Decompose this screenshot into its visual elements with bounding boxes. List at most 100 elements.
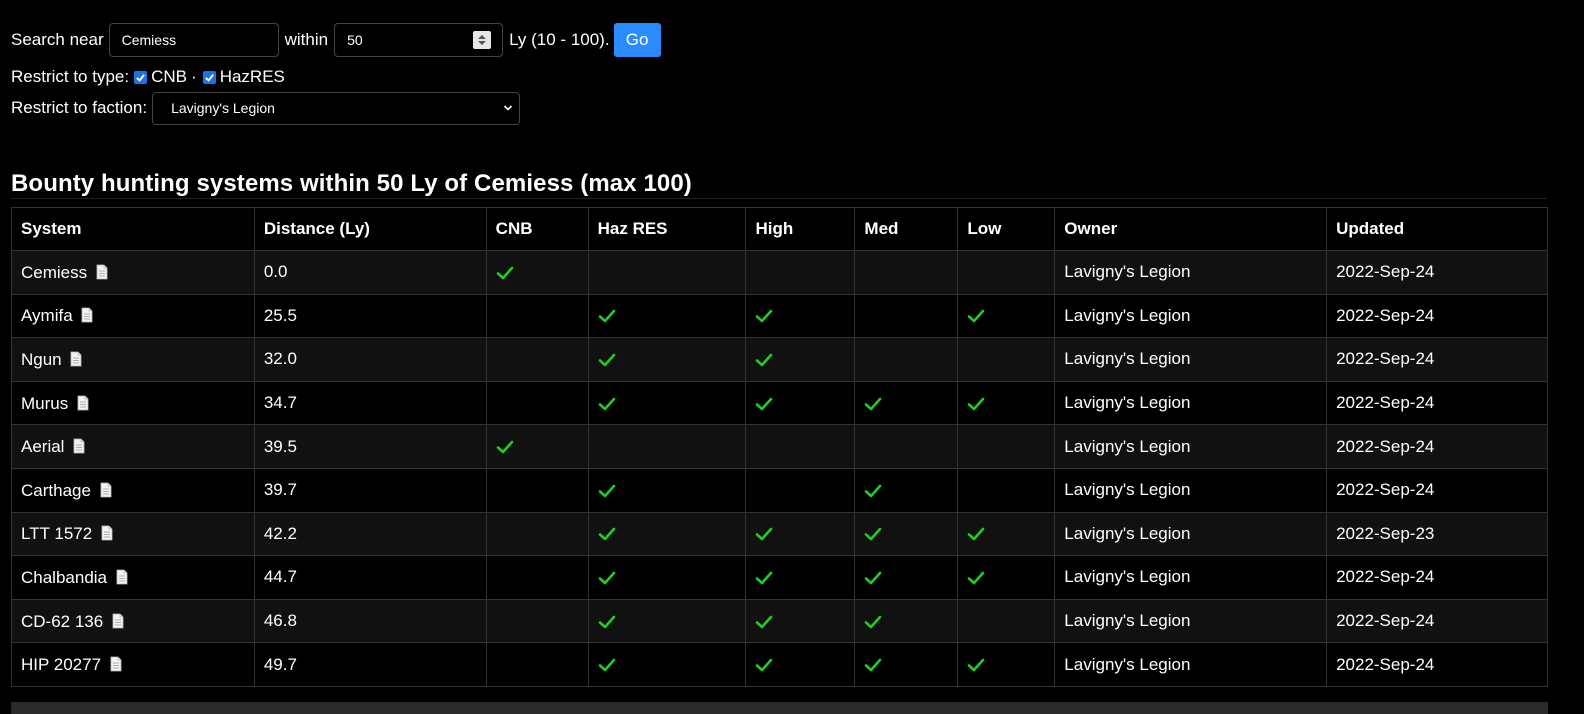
- system-name[interactable]: CD-62 136: [21, 612, 103, 631]
- title-distance: 50 Ly: [376, 170, 438, 197]
- table-body: Cemiess 0.0 Lavigny's Legion 2022-Sep-24 Ay…: [11, 250, 1548, 687]
- system-name[interactable]: Aerial: [21, 437, 64, 456]
- med-cell: [854, 598, 959, 644]
- document-icon[interactable]: [110, 656, 122, 672]
- low-cell: [957, 424, 1056, 469]
- checkmark-icon: [204, 73, 214, 82]
- high-cell: [745, 337, 856, 382]
- owner-cell: Lavigny's Legion: [1054, 250, 1328, 295]
- med-cell: [854, 293, 959, 339]
- spinner-down-icon[interactable]: [478, 41, 487, 45]
- document-icon[interactable]: [112, 613, 124, 629]
- system-name[interactable]: Ngun: [21, 350, 62, 369]
- go-button[interactable]: Go: [613, 23, 661, 57]
- system-cell: Ngun: [11, 337, 255, 382]
- cnb-cell: [485, 598, 589, 644]
- hazres-label[interactable]: HazRES: [220, 67, 285, 87]
- chevron-down-icon: [503, 105, 513, 111]
- document-icon[interactable]: [73, 438, 85, 454]
- table-row[interactable]: Aymifa 25.5 Lavigny's Legion 2022-Sep-24: [11, 293, 1548, 339]
- document-icon[interactable]: [81, 307, 93, 323]
- cnb-label[interactable]: CNB: [151, 67, 187, 87]
- high-cell: [745, 642, 856, 687]
- med-cell: [854, 555, 959, 600]
- table-row[interactable]: LTT 1572 42.2 Lavigny's Legion 2022-Sep-23: [11, 511, 1548, 557]
- system-cell: Carthage: [11, 467, 255, 513]
- hazres-checkbox[interactable]: [202, 70, 216, 84]
- high-cell: [745, 250, 856, 295]
- faction-filter-row: Restrict to faction: Lavigny's Legion: [11, 91, 1571, 125]
- med-cell: [854, 337, 959, 382]
- check-icon: [496, 440, 513, 454]
- document-icon[interactable]: [116, 569, 128, 585]
- check-icon: [598, 658, 615, 672]
- column-header: Updated: [1326, 207, 1548, 251]
- check-icon: [968, 310, 985, 323]
- system-name[interactable]: Cemiess: [21, 263, 87, 282]
- spinner-up-icon[interactable]: [478, 35, 487, 39]
- check-icon: [756, 397, 773, 410]
- check-icon: [756, 310, 773, 323]
- updated-cell: 2022-Sep-24: [1326, 555, 1548, 600]
- hazres-cell: [587, 511, 747, 557]
- results-title: Bounty hunting systems within 50 Ly of C…: [11, 170, 692, 198]
- high-cell: [745, 598, 856, 644]
- document-icon[interactable]: [77, 395, 89, 411]
- high-cell: [745, 424, 856, 469]
- horizontal-scrollbar[interactable]: [11, 702, 1548, 714]
- document-icon[interactable]: [96, 264, 108, 280]
- column-header: Med: [854, 207, 959, 251]
- owner-cell: Lavigny's Legion: [1054, 424, 1328, 469]
- table-row[interactable]: Aerial 39.5 Lavigny's Legion 2022-Sep-24: [11, 424, 1548, 469]
- table-row[interactable]: Chalbandia 44.7 Lavigny's Legion 2022-Sep-…: [11, 555, 1548, 600]
- cnb-checkbox[interactable]: [134, 70, 148, 84]
- type-filter-label: Restrict to type:: [11, 67, 130, 86]
- column-header: CNB: [485, 207, 589, 251]
- cnb-cell: [485, 250, 589, 295]
- table-row[interactable]: CD-62 136 46.8 Lavigny's Legion 2022-Sep-2…: [11, 598, 1548, 644]
- faction-filter-label: Restrict to faction:: [11, 98, 148, 117]
- spinner-stepper[interactable]: [473, 31, 492, 49]
- system-name[interactable]: LTT 1572: [21, 524, 92, 543]
- column-header: System: [11, 207, 255, 251]
- search-form: Search near within Ly (10 - 100). Go Res…: [11, 23, 1571, 125]
- check-icon: [756, 528, 773, 541]
- owner-cell: Lavigny's Legion: [1054, 511, 1328, 557]
- system-name[interactable]: Aymifa: [21, 306, 73, 325]
- check-icon: [968, 397, 985, 410]
- faction-select[interactable]: Lavigny's Legion: [152, 91, 521, 125]
- search-near-input[interactable]: [108, 23, 279, 57]
- table-row[interactable]: Carthage 39.7 Lavigny's Legion 2022-Sep-24: [11, 467, 1548, 513]
- system-name[interactable]: Chalbandia: [21, 568, 107, 587]
- hazres-cell: [587, 467, 747, 513]
- low-cell: [957, 555, 1056, 600]
- updated-cell: 2022-Sep-23: [1326, 511, 1548, 557]
- updated-cell: 2022-Sep-24: [1326, 467, 1548, 513]
- system-cell: CD-62 136: [11, 598, 255, 644]
- check-icon: [598, 528, 615, 541]
- table-row[interactable]: Murus 34.7 Lavigny's Legion 2022-Sep-24: [11, 380, 1548, 426]
- check-icon: [496, 266, 513, 280]
- table-row[interactable]: HIP 20277 49.7 Lavigny's Legion 2022-Sep-2…: [11, 642, 1548, 687]
- check-icon: [865, 397, 882, 410]
- system-name[interactable]: Murus: [21, 394, 68, 413]
- updated-cell: 2022-Sep-24: [1326, 337, 1548, 382]
- document-icon[interactable]: [70, 351, 82, 367]
- table-row[interactable]: Cemiess 0.0 Lavigny's Legion 2022-Sep-24: [11, 250, 1548, 295]
- system-name[interactable]: Carthage: [21, 481, 91, 500]
- document-icon[interactable]: [101, 525, 113, 541]
- updated-cell: 2022-Sep-24: [1326, 293, 1548, 339]
- document-icon[interactable]: [100, 482, 112, 498]
- check-icon: [756, 615, 773, 628]
- checkmark-icon: [136, 73, 145, 82]
- clipped-header-links: [496, 0, 776, 4]
- owner-cell: Lavigny's Legion: [1054, 293, 1328, 339]
- low-cell: [957, 511, 1056, 557]
- check-icon: [598, 484, 615, 498]
- owner-cell: Lavigny's Legion: [1054, 467, 1328, 513]
- system-name[interactable]: HIP 20277: [21, 655, 101, 674]
- column-header: High: [745, 207, 856, 251]
- table-row[interactable]: Ngun 32.0 Lavigny's Legion 2022-Sep-24: [11, 337, 1548, 382]
- low-cell: [957, 598, 1056, 644]
- check-icon: [598, 571, 615, 585]
